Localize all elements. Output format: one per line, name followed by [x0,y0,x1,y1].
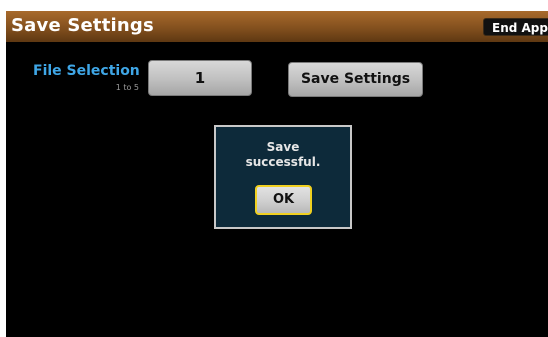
file-selection-button[interactable]: 1 [148,60,252,96]
dialog-message-line-1: Save [266,140,300,154]
title-bar: Save Settings End App [6,11,548,42]
ok-button[interactable]: OK [255,185,312,215]
end-app-button[interactable]: End App [483,18,548,36]
dialog-message-line-2: successful. [245,155,321,169]
instrument-screen: Save Settings End App File Selection 1 t… [6,11,548,337]
save-result-dialog: Save successful. OK [214,125,352,229]
page-title: Save Settings [11,15,154,36]
file-selection-label: File Selection [33,63,140,79]
save-settings-button[interactable]: Save Settings [288,62,423,97]
file-selection-range: 1 to 5 [115,83,139,92]
